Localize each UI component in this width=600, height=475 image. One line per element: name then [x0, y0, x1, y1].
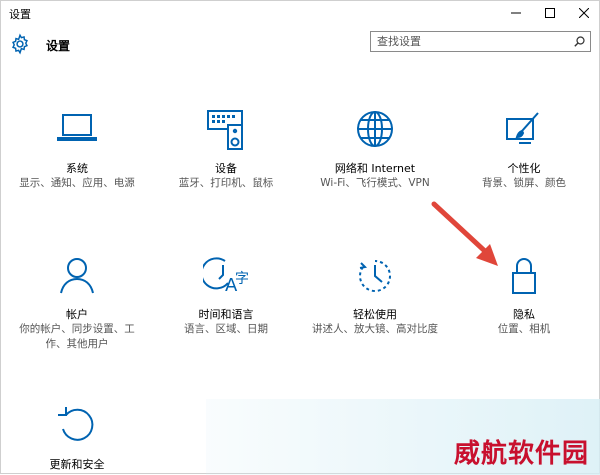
devices-icon	[207, 110, 243, 150]
settings-window: 设置 设置 查找设置 系统 显示、通知、应用、电源 设备 蓝牙、打印机、鼠标 网…	[0, 0, 600, 475]
svg-text:字: 字	[235, 271, 249, 287]
tile-devices-desc: 蓝牙、打印机、鼠标	[178, 177, 274, 189]
tile-privacy-desc: 位置、相机	[497, 323, 551, 335]
watermark-text: 威航软件园	[454, 439, 590, 469]
search-icon[interactable]	[574, 36, 585, 47]
page-title: 设置	[46, 39, 71, 53]
lock-icon	[512, 258, 536, 294]
tile-devices-name: 设备	[215, 162, 237, 175]
tile-ease-of-access-desc: 讲述人、放大镜、高对比度	[312, 323, 438, 335]
time-language-icon: A 字	[203, 257, 249, 296]
tile-accounts-desc: 你的帐户、同步设置、工作、其他用户	[19, 323, 135, 350]
tile-system-name: 系统	[66, 162, 88, 175]
minimize-icon	[511, 12, 521, 14]
tile-personalization-desc: 背景、锁屏、颜色	[482, 177, 566, 189]
globe-icon	[357, 111, 393, 147]
tile-time-language-desc: 语言、区域、日期	[184, 323, 268, 335]
annotation-arrow	[431, 201, 498, 266]
tile-ease-of-access-name: 轻松使用	[353, 308, 397, 321]
tile-time-language-name: 时间和语言	[198, 308, 254, 321]
tile-privacy-name: 隐私	[513, 308, 535, 321]
title-bar[interactable]: 设置	[1, 1, 600, 25]
search-box[interactable]	[370, 31, 591, 52]
update-icon	[58, 407, 94, 441]
close-icon	[579, 8, 589, 18]
tile-personalization-name: 个性化	[507, 162, 541, 175]
tile-network-name: 网络和 Internet	[334, 162, 416, 175]
close-button[interactable]	[567, 1, 600, 25]
paint-icon	[506, 112, 539, 144]
tile-update-security-name: 更新和安全	[49, 458, 105, 471]
search-input[interactable]	[377, 34, 567, 49]
tile-accounts-name: 帐户	[66, 308, 88, 321]
maximize-button[interactable]	[533, 1, 567, 25]
laptop-icon	[57, 114, 97, 141]
tile-system-desc: 显示、通知、应用、电源	[19, 177, 135, 189]
ease-of-access-icon	[359, 260, 391, 292]
window-title: 设置	[9, 8, 31, 21]
minimize-button[interactable]	[499, 1, 533, 25]
person-icon	[60, 258, 94, 294]
tile-network-desc: Wi-Fi、飞行模式、VPN	[320, 177, 430, 189]
gear-icon	[12, 33, 28, 55]
maximize-icon	[545, 8, 555, 18]
